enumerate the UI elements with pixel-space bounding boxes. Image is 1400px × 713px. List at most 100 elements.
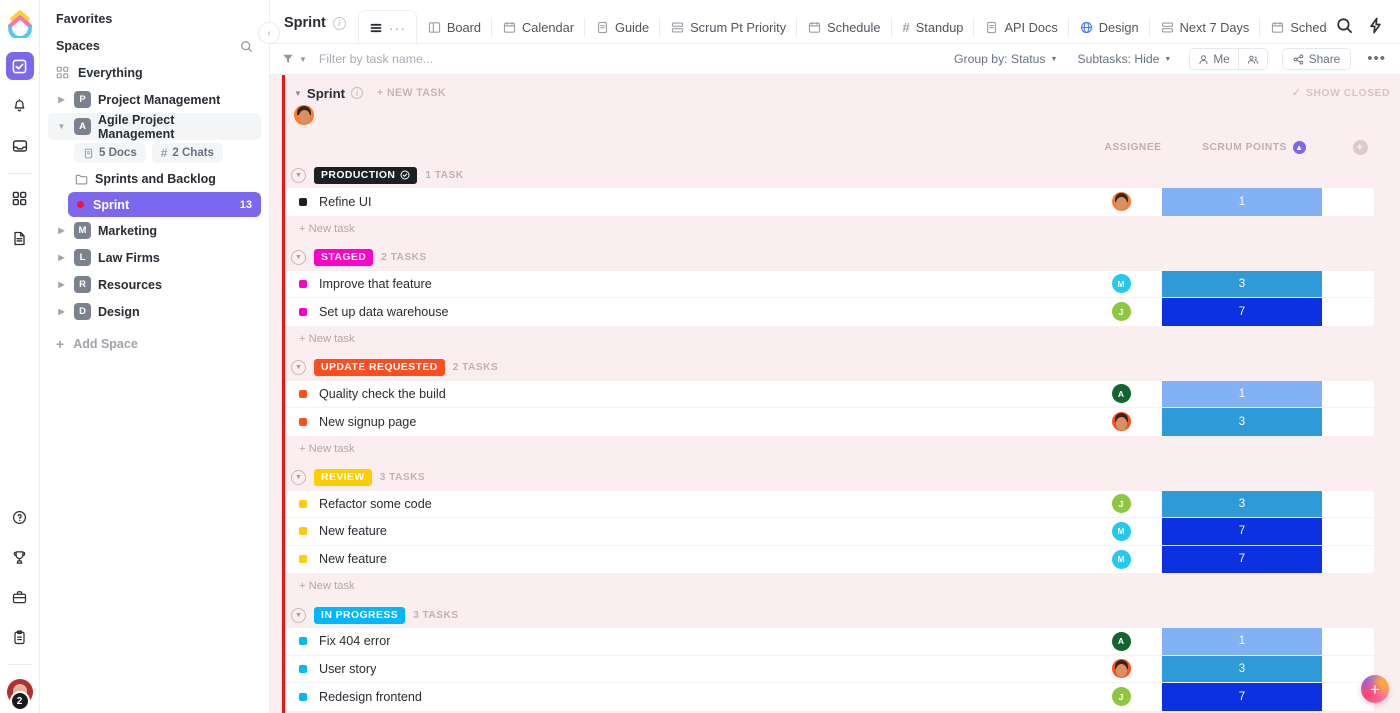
subtasks-dropdown[interactable]: Subtasks: Hide ▼ [1071, 52, 1177, 66]
sidebar-item-resources[interactable]: ▶ R Resources [48, 271, 261, 298]
task-name-cell[interactable]: New signup page [285, 415, 1080, 429]
rail-item-inbox[interactable] [6, 132, 34, 160]
create-new-button[interactable]: + [1361, 675, 1389, 703]
tab-schedule[interactable]: Schedule [797, 11, 891, 43]
avatar[interactable]: J [1112, 302, 1131, 321]
share-button[interactable]: Share [1282, 48, 1351, 70]
avatar[interactable] [1112, 192, 1131, 211]
assignee-cell[interactable]: J [1080, 302, 1162, 321]
tab-schedule-2[interactable]: Schedule [1260, 11, 1326, 43]
me-filter-button[interactable]: Me [1190, 49, 1237, 69]
status-badge[interactable]: REVIEW [314, 469, 372, 486]
avatar[interactable] [294, 105, 314, 125]
group-collapse-toggle[interactable]: ▼ [291, 168, 306, 183]
task-name-cell[interactable]: Refine UI [285, 195, 1080, 209]
new-task-button[interactable]: + NEW TASK [377, 87, 446, 99]
new-task-row[interactable]: + New task [285, 436, 1400, 461]
sidebar-list-sprint[interactable]: Sprint 13 [68, 192, 261, 217]
filter-funnel-icon[interactable]: ▼ [282, 53, 307, 65]
info-icon[interactable]: i [333, 17, 346, 30]
scrum-points-cell[interactable]: 7 [1162, 683, 1322, 711]
rail-item-docs[interactable] [6, 224, 34, 252]
avatar[interactable]: J [1112, 687, 1131, 706]
sidebar-item-law-firms[interactable]: ▶ L Law Firms [48, 244, 261, 271]
add-column-button[interactable]: + [1334, 140, 1386, 155]
scrum-points-cell[interactable]: 3 [1162, 408, 1322, 436]
task-name-cell[interactable]: New feature [285, 524, 1080, 538]
assignee-cell[interactable]: M [1080, 274, 1162, 293]
table-row[interactable]: User story3 [285, 656, 1374, 684]
search-input[interactable] [315, 52, 595, 66]
assignee-cell[interactable]: M [1080, 522, 1162, 541]
tab-calendar[interactable]: Calendar [492, 11, 585, 43]
avatar[interactable]: A [1112, 384, 1131, 403]
scrum-points-cell[interactable]: 7 [1162, 518, 1322, 545]
scrum-points-cell[interactable]: 3 [1162, 271, 1322, 298]
info-icon[interactable]: i [351, 87, 363, 99]
user-avatar[interactable]: 2 [7, 679, 33, 705]
table-row[interactable]: Redesign frontendJ7 [285, 683, 1374, 711]
assignee-cell[interactable]: A [1080, 632, 1162, 651]
chevron-right-icon[interactable]: ▶ [56, 280, 67, 289]
new-task-row[interactable]: + New task [285, 216, 1400, 241]
avatar[interactable] [1112, 659, 1131, 678]
assignee-cell[interactable]: J [1080, 494, 1162, 513]
group-collapse-toggle[interactable]: ▼ [291, 360, 306, 375]
sidebar-item-agile-project-management[interactable]: ▼ A Agile Project Management [48, 113, 261, 140]
assignee-cell[interactable] [1080, 192, 1162, 211]
rail-item-tasks[interactable] [6, 52, 34, 80]
chevron-right-icon[interactable]: ▶ [56, 307, 67, 316]
clipboard-icon[interactable] [6, 623, 34, 651]
table-row[interactable]: New featureM7 [285, 546, 1374, 574]
task-name-cell[interactable]: Set up data warehouse [285, 305, 1080, 319]
assignee-cell[interactable] [1080, 659, 1162, 678]
table-row[interactable]: Refactor some codeJ3 [285, 491, 1374, 519]
group-collapse-toggle[interactable]: ▼ [291, 608, 306, 623]
search-icon[interactable] [1336, 17, 1353, 34]
rail-item-notifications[interactable] [6, 92, 34, 120]
avatar[interactable]: A [1112, 632, 1131, 651]
assignee-cell[interactable]: M [1080, 550, 1162, 569]
avatar[interactable]: M [1112, 274, 1131, 293]
status-badge[interactable]: STAGED [314, 249, 373, 266]
task-name-cell[interactable]: Quality check the build [285, 387, 1080, 401]
chevron-down-icon[interactable]: ▼ [56, 122, 67, 131]
table-row[interactable]: New signup page 3 [285, 408, 1374, 436]
status-badge[interactable]: UPDATE REQUESTED [314, 359, 445, 376]
help-question-icon[interactable] [6, 503, 34, 531]
tab-next-7-days[interactable]: Next 7 Days [1150, 11, 1261, 43]
scrum-points-cell[interactable]: 3 [1162, 491, 1322, 518]
tab-standup[interactable]: # Standup [892, 11, 975, 43]
show-closed-toggle[interactable]: ✓ SHOW CLOSED [1292, 87, 1390, 99]
briefcase-icon[interactable] [6, 583, 34, 611]
rail-item-dashboards[interactable] [6, 184, 34, 212]
avatar[interactable] [1112, 412, 1131, 431]
assignee-cell[interactable]: A [1080, 384, 1162, 403]
tab-design[interactable]: Design [1069, 11, 1150, 43]
status-badge[interactable]: IN PROGRESS [314, 607, 405, 624]
tab-more-options-icon[interactable]: ··· [389, 24, 406, 32]
trophy-icon[interactable] [6, 543, 34, 571]
table-row[interactable]: Quality check the build A 1 [285, 381, 1374, 409]
search-icon[interactable] [240, 40, 253, 53]
assignee-cell[interactable]: J [1080, 687, 1162, 706]
chevron-right-icon[interactable]: ▶ [56, 95, 67, 104]
chevron-right-icon[interactable]: ▶ [56, 253, 67, 262]
clickup-logo[interactable] [5, 8, 35, 38]
avatar[interactable]: M [1112, 550, 1131, 569]
task-name-cell[interactable]: Improve that feature [285, 277, 1080, 291]
task-name-cell[interactable]: Refactor some code [285, 497, 1080, 511]
sidebar-folder-sprints-and-backlog[interactable]: Sprints and Backlog [48, 166, 261, 192]
sidebar-item-project-management[interactable]: ▶ P Project Management [48, 86, 261, 113]
table-row[interactable]: Fix 404 errorA1 [285, 628, 1374, 656]
scrum-points-cell[interactable]: 1 [1162, 381, 1322, 408]
more-dots-icon[interactable]: ••• [1367, 55, 1386, 63]
scrum-points-cell[interactable]: 3 [1162, 656, 1322, 683]
tab-list-view[interactable]: ··· [358, 10, 417, 43]
lightning-bolt-icon[interactable] [1367, 17, 1384, 34]
new-task-row[interactable]: + New task [285, 326, 1400, 351]
group-by-dropdown[interactable]: Group by: Status ▼ [948, 52, 1063, 66]
scrum-points-cell[interactable]: 7 [1162, 298, 1322, 326]
group-collapse-toggle[interactable]: ▼ [291, 470, 306, 485]
avatar[interactable]: M [1112, 522, 1131, 541]
